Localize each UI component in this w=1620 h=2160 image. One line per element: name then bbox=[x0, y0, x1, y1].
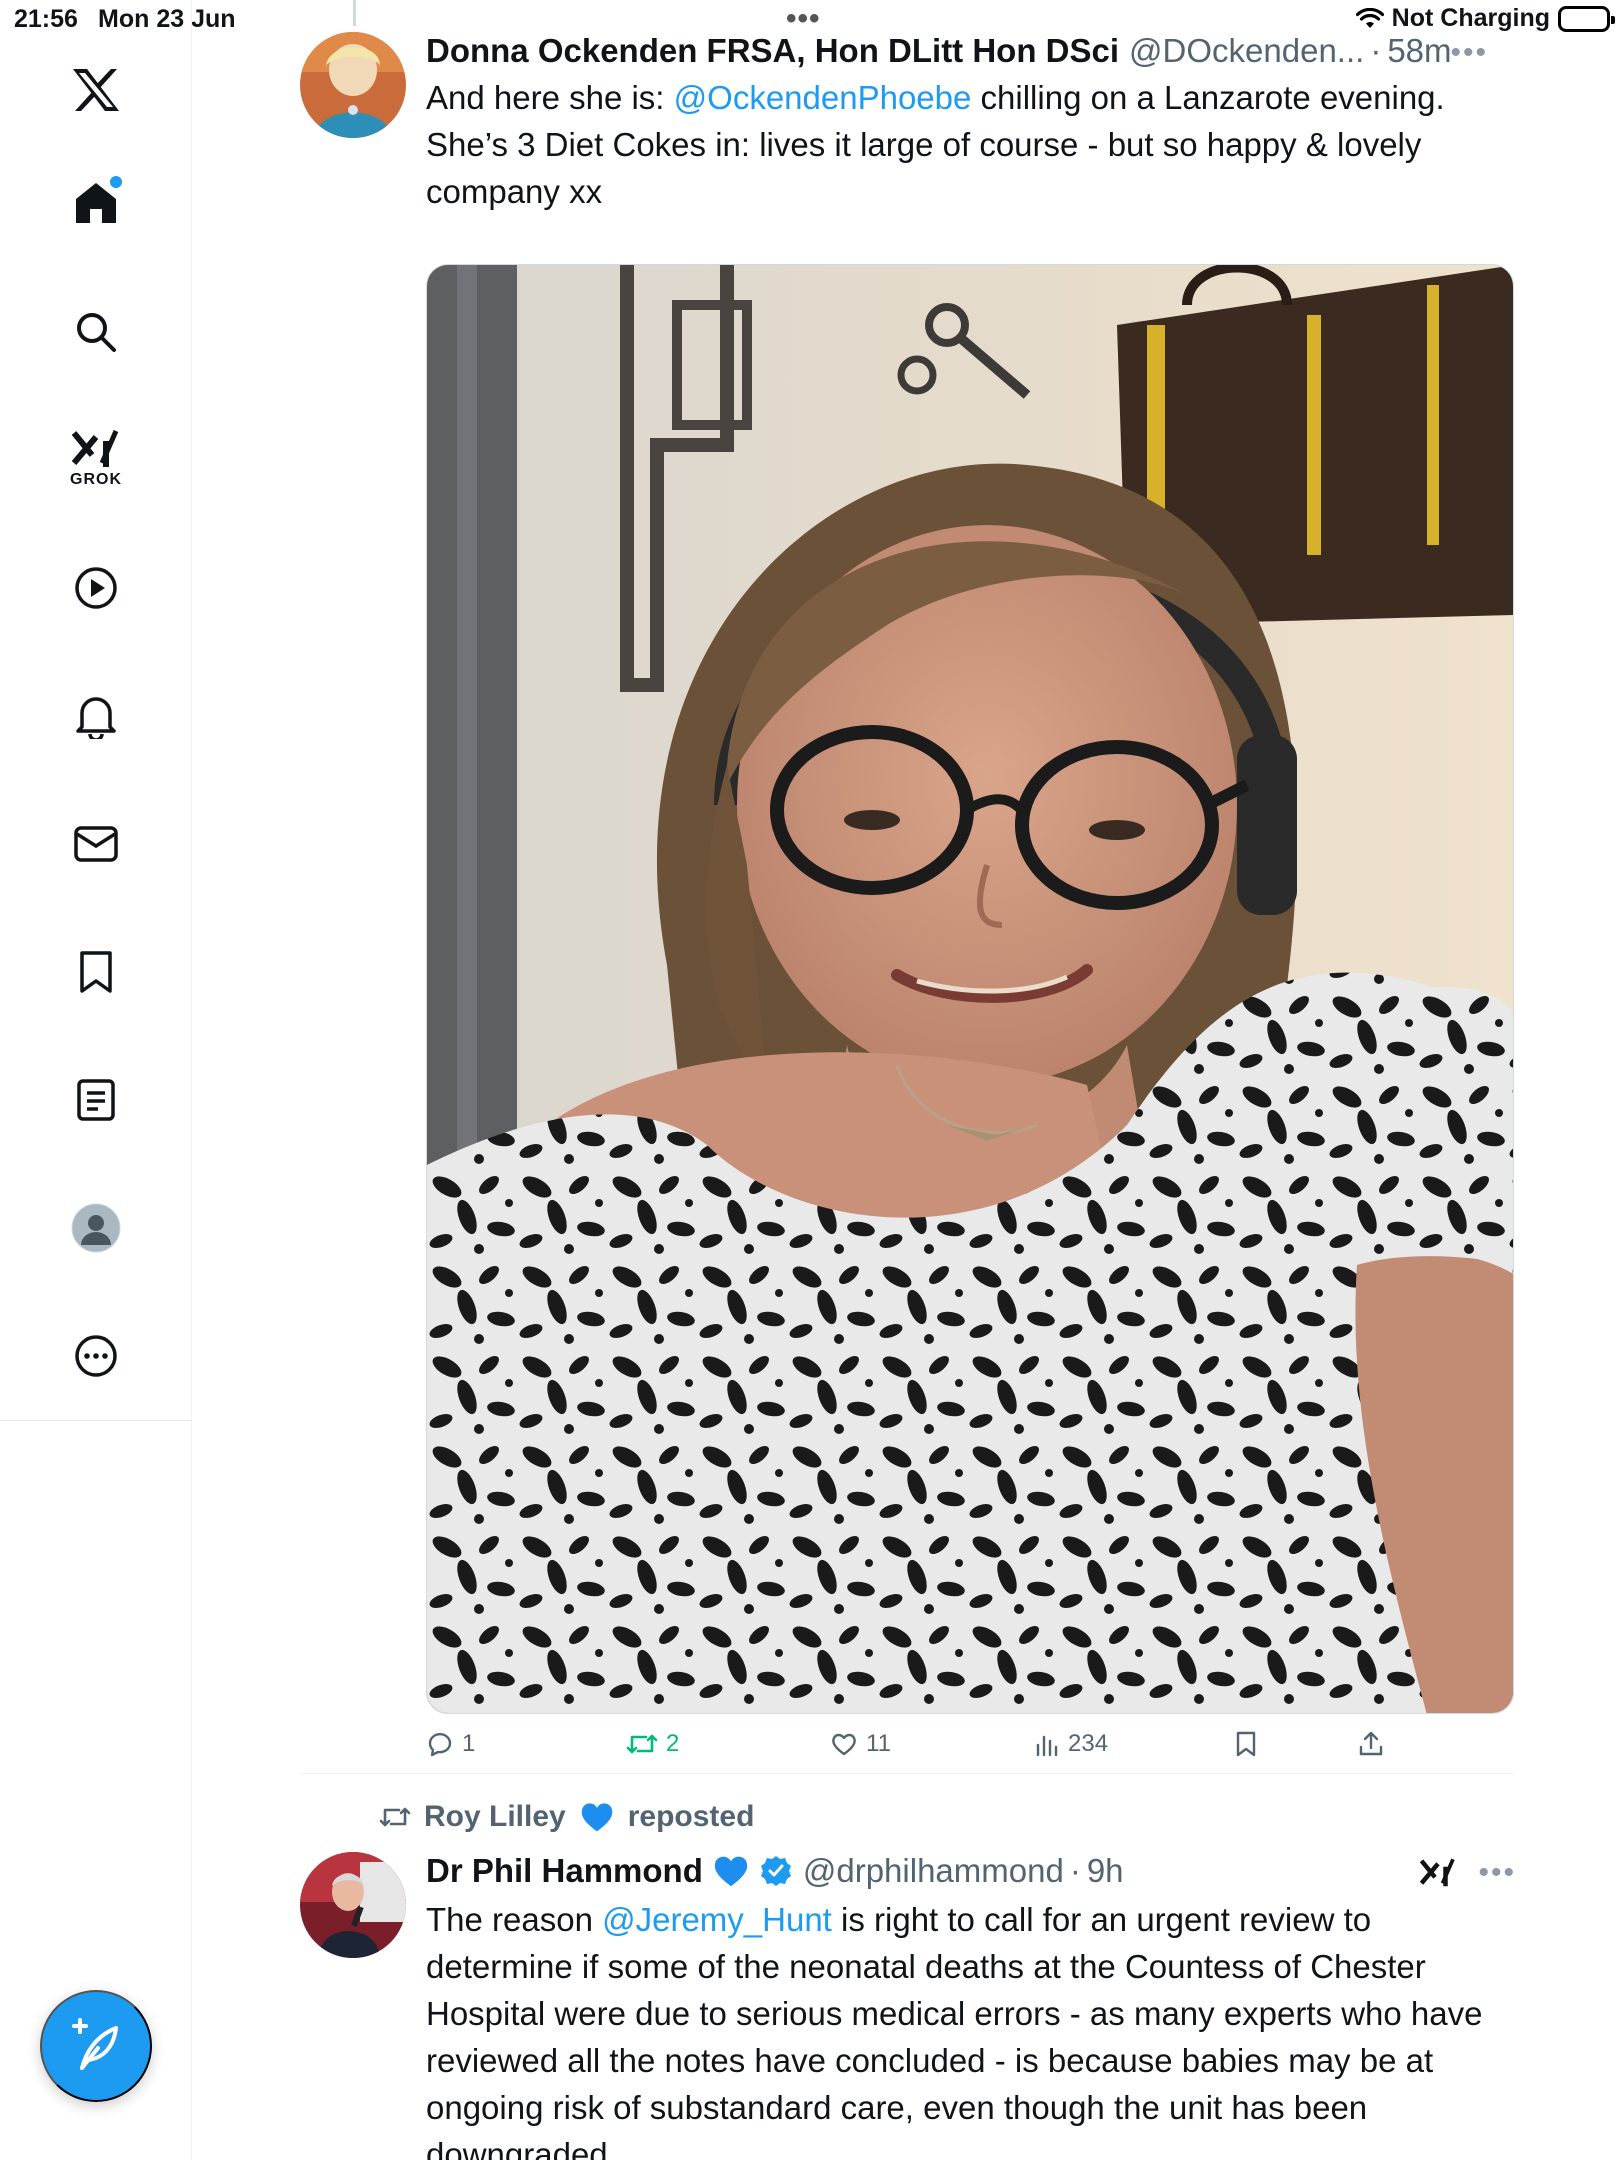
tweet-header: Donna Ockenden FRSA, Hon DLitt Hon DSci … bbox=[426, 30, 1516, 72]
home-unread-dot bbox=[110, 176, 122, 188]
repost-author[interactable]: Roy Lilley bbox=[424, 1800, 566, 1834]
tweet-time[interactable]: 9h bbox=[1087, 1850, 1124, 1892]
retweet-button[interactable]: 2 bbox=[626, 1730, 679, 1758]
views-chart-icon bbox=[1036, 1735, 1058, 1757]
tweet-actions: 1 2 11 234 bbox=[426, 1730, 1426, 1770]
mail-icon bbox=[74, 826, 118, 862]
retweet-icon bbox=[379, 1807, 411, 1827]
sidebar-item-video[interactable] bbox=[56, 548, 136, 628]
tweet-header: Dr Phil Hammond @drphilhammond · 9h bbox=[426, 1850, 1516, 1892]
more-options-icon[interactable]: ••• bbox=[1450, 36, 1488, 70]
author-handle[interactable]: @DOckenden... bbox=[1129, 30, 1364, 72]
sidebar-item-lists[interactable] bbox=[56, 1060, 136, 1140]
sidebar-item-profile[interactable] bbox=[56, 1188, 136, 1268]
blue-heart-emoji-icon bbox=[714, 1856, 748, 1887]
author-name[interactable]: Dr Phil Hammond bbox=[426, 1850, 703, 1892]
sidebar-item-messages[interactable] bbox=[56, 804, 136, 884]
grok-explain-icon[interactable] bbox=[1419, 1854, 1456, 1895]
bookmark-icon bbox=[1236, 1731, 1256, 1757]
retweet-count: 2 bbox=[666, 1730, 680, 1757]
list-icon bbox=[77, 1079, 115, 1121]
author-avatar[interactable] bbox=[300, 1852, 406, 1958]
author-avatar[interactable] bbox=[300, 32, 406, 138]
bell-icon bbox=[76, 697, 116, 739]
retweet-icon bbox=[626, 1734, 658, 1754]
sidebar-divider bbox=[0, 1420, 192, 1421]
sidebar-item-grok[interactable]: GROK bbox=[56, 418, 136, 498]
reply-icon bbox=[428, 1732, 452, 1757]
sidebar-item-explore[interactable] bbox=[56, 292, 136, 372]
share-icon bbox=[1359, 1731, 1383, 1756]
heart-icon bbox=[832, 1733, 856, 1756]
mention-link[interactable]: @Jeremy_Hunt bbox=[602, 1901, 832, 1938]
more-circle-icon bbox=[75, 1335, 117, 1377]
sidebar-item-more[interactable] bbox=[56, 1316, 136, 1396]
header-separator: · bbox=[1069, 1852, 1081, 1889]
repost-label: reposted bbox=[627, 1800, 755, 1833]
search-icon bbox=[77, 313, 116, 352]
bookmark-button[interactable] bbox=[1234, 1730, 1258, 1758]
like-count: 11 bbox=[866, 1730, 891, 1757]
reply-count: 1 bbox=[462, 1730, 476, 1757]
profile-avatar-icon bbox=[71, 1203, 121, 1253]
header-separator: · bbox=[1370, 32, 1382, 69]
compose-button[interactable] bbox=[40, 1990, 152, 2102]
sidebar: GROK bbox=[0, 0, 192, 2160]
play-icon bbox=[75, 567, 117, 609]
bookmark-icon bbox=[80, 951, 112, 993]
views-button[interactable]: 234 bbox=[1034, 1730, 1108, 1758]
grok-label: GROK bbox=[70, 471, 122, 488]
tweet-divider bbox=[300, 1773, 1514, 1774]
wifi-icon bbox=[1355, 7, 1384, 30]
tweet-text: The reason @Jeremy_Hunt is right to call… bbox=[426, 1896, 1516, 2160]
tweet-text-post: is right to call for an urgent review to… bbox=[426, 1901, 1483, 2160]
verified-badge-icon bbox=[760, 1856, 791, 1886]
author-handle[interactable]: @drphilhammond bbox=[803, 1850, 1064, 1892]
tweet-text-pre: The reason bbox=[426, 1901, 603, 1938]
sidebar-item-bookmarks[interactable] bbox=[56, 932, 136, 1012]
repost-indicator[interactable]: Roy Lilley reposted bbox=[378, 1800, 754, 1834]
x-logo-icon[interactable] bbox=[56, 50, 136, 130]
sidebar-item-notifications[interactable] bbox=[56, 676, 136, 756]
tweet-text-pre: And here she is: bbox=[426, 79, 674, 116]
tweet-time[interactable]: 58m bbox=[1387, 30, 1451, 72]
tweet-photo[interactable] bbox=[426, 264, 1514, 1714]
thread-connector-line bbox=[353, 0, 356, 26]
compose-feather-icon bbox=[72, 2018, 118, 2070]
sidebar-item-home[interactable] bbox=[56, 162, 136, 242]
tweet-text: And here she is: @OckendenPhoebe chillin… bbox=[426, 74, 1516, 215]
like-button[interactable]: 11 bbox=[830, 1730, 891, 1758]
more-options-icon[interactable]: ••• bbox=[1478, 1856, 1516, 1890]
share-button[interactable] bbox=[1358, 1730, 1384, 1758]
views-count: 234 bbox=[1068, 1730, 1109, 1757]
author-name[interactable]: Donna Ockenden FRSA, Hon DLitt Hon DSci bbox=[426, 30, 1119, 72]
status-right: Not Charging bbox=[1355, 4, 1615, 33]
battery-status-text: Not Charging bbox=[1391, 4, 1550, 32]
grok-icon bbox=[72, 429, 119, 467]
battery-icon bbox=[1558, 5, 1615, 32]
blue-heart-emoji-icon bbox=[581, 1803, 613, 1832]
reply-button[interactable]: 1 bbox=[426, 1730, 475, 1758]
mention-link[interactable]: @OckendenPhoebe bbox=[674, 79, 972, 116]
